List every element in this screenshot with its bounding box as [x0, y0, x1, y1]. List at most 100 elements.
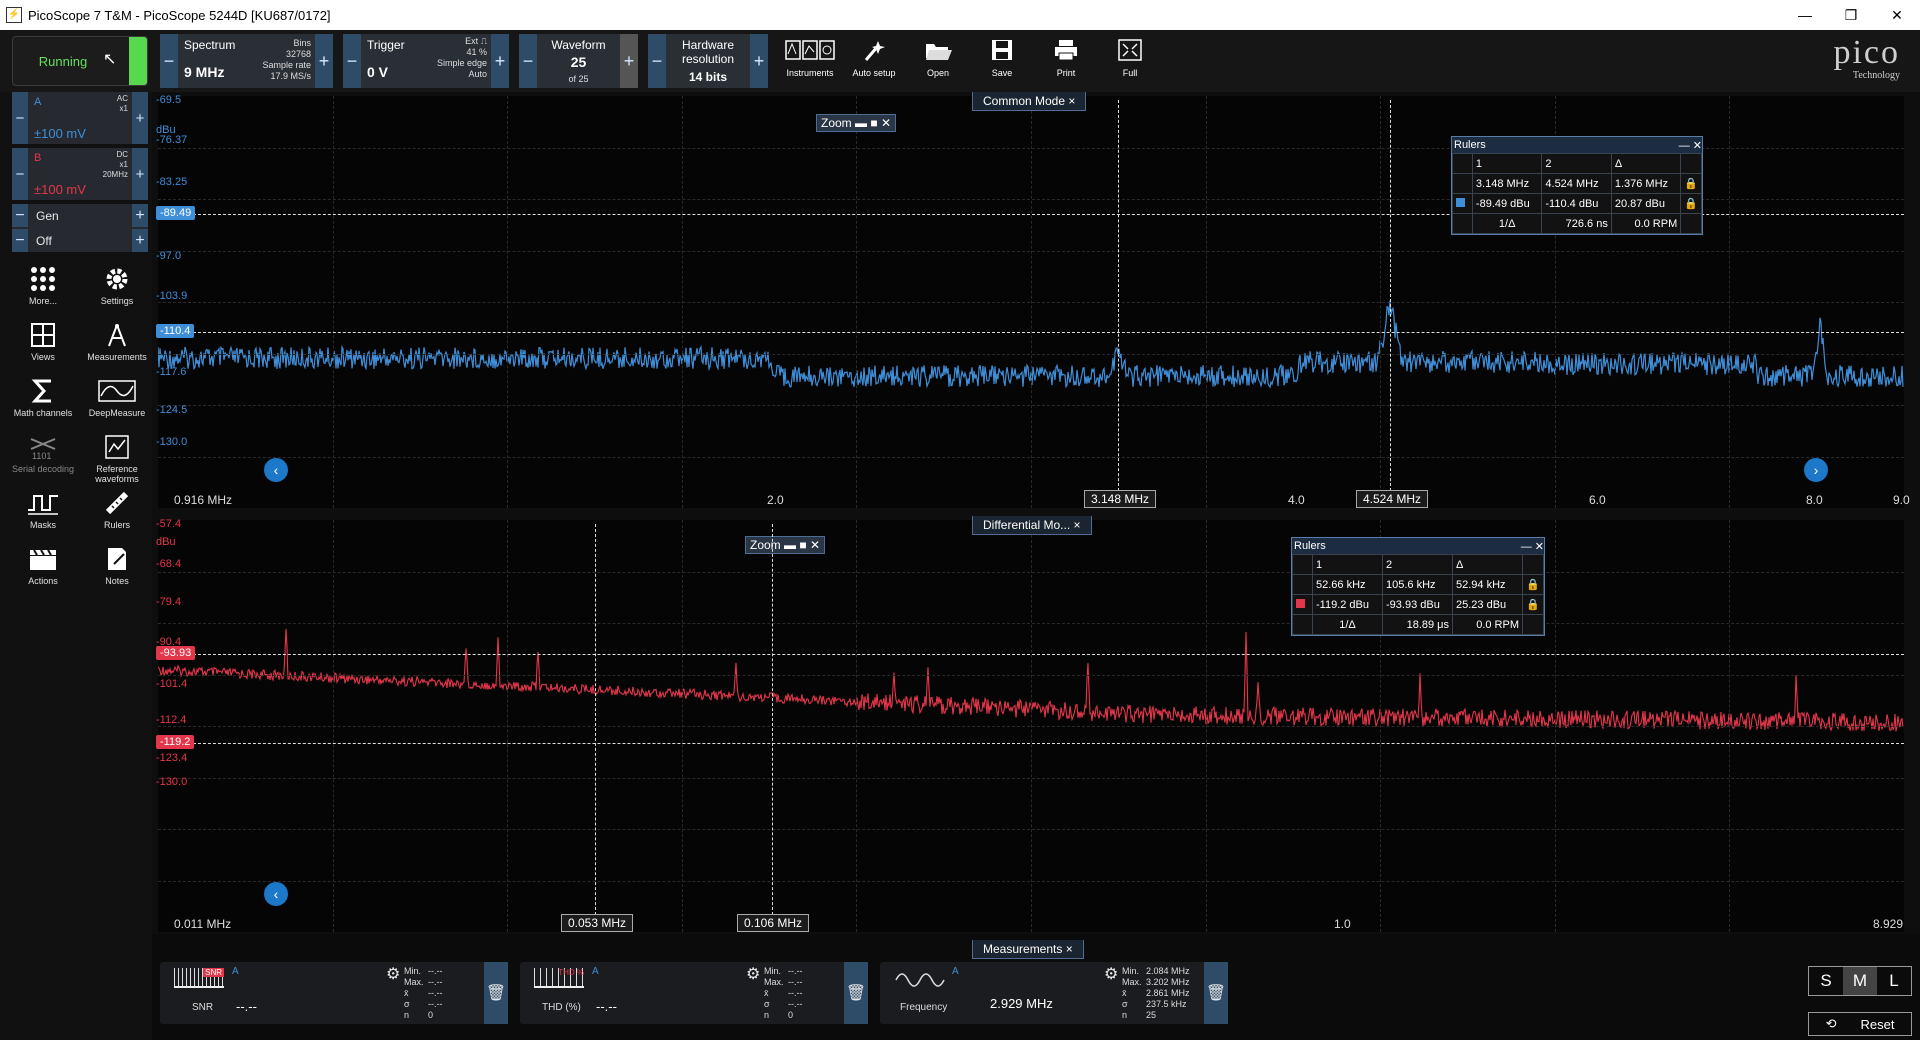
delete-measurement-button[interactable]: 🗑 [484, 962, 508, 1024]
measurements-title-tab[interactable]: Measurements × [972, 940, 1084, 959]
channel-a-plus-button[interactable]: + [132, 92, 148, 144]
sidebar-item-serial-decoding[interactable]: 1101 Serial decoding [8, 434, 78, 474]
channel-b-range[interactable]: ±100 mV [34, 182, 86, 197]
close-icon[interactable]: ✕ [1693, 140, 1702, 152]
gear-icon[interactable]: ⚙ [746, 964, 760, 984]
sidebar-item-views[interactable]: Views [8, 322, 78, 362]
close-icon[interactable]: × [1068, 94, 1075, 108]
sidebar-item-masks[interactable]: Masks [8, 490, 78, 530]
top-ruler-v2[interactable] [1390, 100, 1391, 496]
top-ruler-v1-tag[interactable]: 3.148 MHz [1084, 490, 1157, 508]
top-rulers-panel[interactable]: Rulers — ✕ 12Δ 3.148 MHz 4.524 MHz 1.376 MH… [1451, 136, 1703, 235]
trigger-value[interactable]: 0 V [367, 64, 388, 80]
run-stop-button[interactable]: Running ↖ [12, 36, 148, 86]
top-zoom-control[interactable]: Zoom ▬ ■ ✕ [816, 114, 897, 132]
resolution-minus-button[interactable]: − [648, 34, 666, 88]
gear-icon[interactable]: ⚙ [386, 964, 400, 984]
top-scroll-right-button[interactable]: › [1804, 458, 1828, 482]
lock-icon[interactable]: 🔒 [1680, 173, 1702, 194]
bottom-rulers-panel[interactable]: Rulers — ✕ 12Δ 52.66 kHz 105.6 kHz 52.94 kH… [1291, 537, 1545, 636]
sidebar-item-actions[interactable]: Actions [8, 546, 78, 586]
differential-mode-spectrum-view[interactable] [158, 520, 1904, 932]
reset-button[interactable]: ⟲ Reset [1808, 1012, 1912, 1036]
bottom-ruler-h1[interactable] [158, 654, 1904, 655]
instruments-button[interactable]: Instruments [782, 34, 838, 90]
bottom-ruler-h1-tag[interactable]: -93.93 [156, 646, 196, 660]
close-icon: ✕ [809, 538, 821, 552]
gen-minus-button[interactable]: − [12, 204, 28, 227]
window-title: PicoScope 7 T&M - PicoScope 5244D [KU687… [28, 7, 331, 23]
waveform-plus-button[interactable]: + [620, 34, 638, 88]
bottom-ruler-v2-tag[interactable]: 0.106 MHz [737, 914, 810, 932]
lock-icon[interactable]: 🔒 [1522, 594, 1544, 615]
gen-state-minus-button[interactable]: − [12, 229, 28, 252]
channel-a-range[interactable]: ±100 mV [34, 126, 86, 141]
close-icon[interactable]: ✕ [1874, 0, 1920, 30]
channel-a-minus-button[interactable]: − [12, 92, 28, 144]
bottom-ruler-h2-tag[interactable]: -119.2 [156, 735, 195, 749]
channel-a-name[interactable]: A [34, 96, 41, 108]
close-icon[interactable]: ✕ [1535, 541, 1544, 553]
bottom-view-title-tab[interactable]: Differential Mo... × [972, 516, 1092, 535]
sidebar-item-reference-waveforms[interactable]: Reference waveforms [82, 434, 152, 484]
size-small-button[interactable]: S [1809, 967, 1843, 995]
minimize-icon[interactable]: — [1679, 140, 1690, 152]
size-medium-button[interactable]: M [1843, 967, 1877, 995]
lock-icon[interactable]: 🔒 [1680, 193, 1702, 214]
sidebar-item-notes[interactable]: Notes [82, 546, 152, 586]
sidebar-item-deepmeasure[interactable]: DeepMeasure [82, 378, 152, 418]
open-button[interactable]: Open [910, 34, 966, 90]
measurement-snr[interactable]: SNR A SNR --.-- ⚙ Min. Max. x̄ σ n --.-- --.-… [160, 962, 508, 1024]
top-scroll-left-button[interactable]: ‹ [264, 458, 288, 482]
resolution-value[interactable]: 14 bits [666, 70, 750, 84]
gen-plus-button[interactable]: + [132, 204, 148, 227]
top-ruler-v2-tag[interactable]: 4.524 MHz [1356, 490, 1429, 508]
close-icon[interactable]: × [1074, 518, 1081, 532]
gen-state-plus-button[interactable]: + [132, 229, 148, 252]
sidebar-item-settings[interactable]: Settings [82, 266, 152, 306]
full-screen-button[interactable]: Full [1102, 34, 1158, 90]
bottom-y-unit: dBu [156, 536, 176, 548]
bottom-ruler-h2[interactable] [158, 743, 1904, 744]
spectrum-plus-button[interactable]: + [315, 34, 333, 88]
lock-icon[interactable]: 🔒 [1522, 574, 1544, 595]
top-ruler-v1[interactable] [1118, 100, 1119, 496]
top-ruler-h2[interactable] [158, 332, 1904, 333]
bottom-ruler-v2[interactable] [772, 524, 773, 920]
top-view-title-tab[interactable]: Common Mode × [972, 92, 1087, 111]
measurement-thd[interactable]: THD % A THD (%) --.-- ⚙ Min. Max. x̄ σ n --.… [520, 962, 868, 1024]
close-icon[interactable]: × [1066, 942, 1073, 956]
size-large-button[interactable]: L [1877, 967, 1911, 995]
trigger-plus-button[interactable]: + [491, 34, 509, 88]
resolution-plus-button[interactable]: + [750, 34, 768, 88]
maximize-icon[interactable]: ❐ [1828, 0, 1874, 30]
measurement-frequency[interactable]: A Frequency 2.929 MHz ⚙ Min. Max. x̄ σ n 2.0… [880, 962, 1228, 1024]
delete-measurement-button[interactable]: 🗑 [1204, 962, 1228, 1024]
delete-measurement-button[interactable]: 🗑 [844, 962, 868, 1024]
top-ruler-h1-tag[interactable]: -89.49 [156, 206, 196, 220]
gen-state[interactable]: Off [36, 234, 52, 248]
trash-icon: 🗑 [485, 985, 507, 1002]
gen-label[interactable]: Gen [36, 209, 59, 223]
top-ruler-h2-tag[interactable]: -110.4 [156, 324, 195, 338]
channel-b-name[interactable]: B [34, 152, 41, 164]
print-button[interactable]: Print [1038, 34, 1094, 90]
bottom-ruler-v1[interactable] [595, 524, 596, 920]
channel-b-minus-button[interactable]: − [12, 148, 28, 200]
sidebar-item-more[interactable]: More... [8, 266, 78, 306]
sidebar-item-measurements[interactable]: Measurements [82, 322, 152, 362]
minimize-icon[interactable]: — [1782, 0, 1828, 30]
spectrum-value[interactable]: 9 MHz [184, 64, 224, 80]
sidebar-item-rulers[interactable]: Rulers [82, 490, 152, 530]
gear-icon[interactable]: ⚙ [1104, 964, 1118, 984]
bottom-ruler-v1-tag[interactable]: 0.053 MHz [561, 914, 634, 932]
sidebar-item-math-channels[interactable]: Math channels [8, 378, 78, 418]
bottom-zoom-control[interactable]: Zoom ▬ ■ ✕ [745, 536, 826, 554]
auto-setup-button[interactable]: Auto setup [846, 34, 902, 90]
bottom-scroll-left-button[interactable]: ‹ [264, 882, 288, 906]
channel-b-plus-button[interactable]: + [132, 148, 148, 200]
spectrum-minus-button[interactable]: − [160, 34, 178, 88]
minimize-icon[interactable]: — [1521, 541, 1532, 553]
trigger-minus-button[interactable]: − [343, 34, 361, 88]
save-button[interactable]: Save [974, 34, 1030, 90]
